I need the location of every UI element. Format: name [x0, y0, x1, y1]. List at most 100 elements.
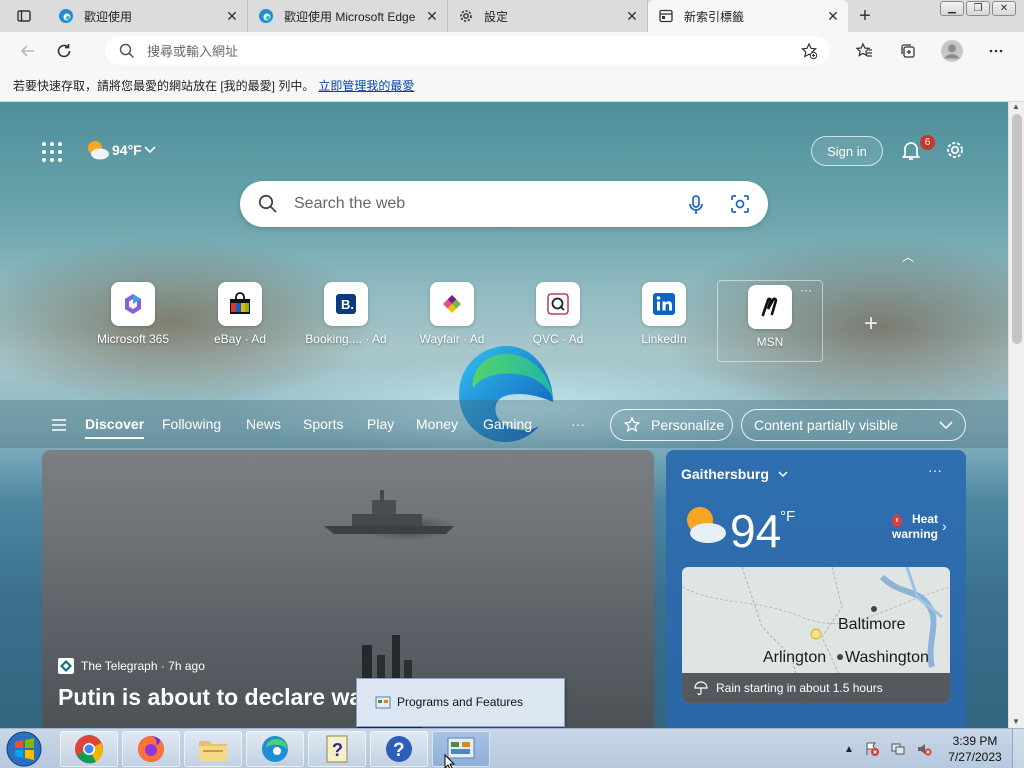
- personalize-button[interactable]: Personalize: [610, 409, 733, 441]
- explorer-icon: [199, 741, 227, 761]
- favorites-bar: 若要快速存取，請將您最愛的網站放在 [我的最愛] 列中。 立即管理我的最愛: [0, 70, 1024, 102]
- quick-link-microsoft365[interactable]: Microsoft 365: [85, 282, 181, 346]
- window-controls: ▁ ❐ ✕: [940, 1, 1016, 16]
- map-label: Baltimore: [838, 616, 906, 633]
- taskbar-chrome[interactable]: [60, 731, 118, 767]
- news-headline[interactable]: Putin is about to declare wa ld: [58, 684, 389, 711]
- close-icon[interactable]: ✕: [824, 7, 842, 25]
- system-tray: ▲: [844, 741, 932, 757]
- sign-in-button[interactable]: Sign in: [811, 136, 883, 166]
- map-label: Arlington: [763, 649, 827, 666]
- refresh-button[interactable]: [46, 35, 82, 67]
- msn-icon: [748, 285, 792, 329]
- weather-card-temp: 94: [730, 505, 782, 557]
- toolbar-right: [846, 35, 1014, 67]
- address-bar[interactable]: 搜尋或輸入網址: [105, 36, 830, 65]
- visual-search-icon[interactable]: [730, 194, 750, 214]
- tooltip-label: Programs and Features: [397, 694, 524, 709]
- search-icon: [119, 43, 135, 58]
- firefox-icon: [138, 736, 164, 762]
- weather-summary[interactable]: 94°F: [84, 138, 158, 162]
- add-favorite-icon[interactable]: [800, 42, 818, 60]
- scrollbar-thumb[interactable]: [1012, 114, 1022, 344]
- qvc-icon: [536, 282, 580, 326]
- show-hidden-icons-icon[interactable]: ▲: [844, 744, 854, 755]
- taskbar-tooltip[interactable]: Programs and Features: [356, 678, 565, 727]
- close-window-button[interactable]: ✕: [992, 1, 1016, 16]
- scroll-up-icon[interactable]: ▲: [1012, 102, 1020, 111]
- quick-link-msn[interactable]: MSN ···: [717, 280, 823, 362]
- tab-news[interactable]: News: [246, 416, 281, 432]
- clock-date: 7/27/2023: [948, 750, 1002, 764]
- tab-welcome[interactable]: 歡迎使用 ✕: [48, 0, 248, 32]
- start-button[interactable]: [4, 730, 44, 768]
- partly-cloudy-icon: [88, 141, 109, 160]
- svg-text:?: ?: [332, 740, 343, 760]
- tab-money[interactable]: Money: [416, 416, 458, 432]
- action-center-flag-icon[interactable]: [864, 741, 880, 757]
- taskbar-help[interactable]: ?: [370, 731, 428, 767]
- newtab-icon: [659, 9, 673, 23]
- manage-favorites-link[interactable]: 立即管理我的最愛: [318, 77, 414, 94]
- quick-link-booking[interactable]: B. Booking.... · Ad: [298, 282, 394, 346]
- quick-link-ebay[interactable]: eBay · Ad: [192, 282, 288, 346]
- close-icon[interactable]: ✕: [423, 7, 441, 25]
- tab-settings[interactable]: 設定 ✕: [448, 0, 648, 32]
- taskbar-firefox[interactable]: [122, 731, 180, 767]
- content-visibility-dropdown[interactable]: Content partially visible: [741, 409, 966, 441]
- quick-link-linkedin[interactable]: LinkedIn: [616, 282, 712, 346]
- more-options-icon[interactable]: ···: [800, 283, 812, 297]
- scroll-down-icon[interactable]: ▼: [1012, 717, 1020, 726]
- settings-menu-button[interactable]: [978, 35, 1014, 67]
- tab-label: 新索引標籤: [684, 9, 745, 24]
- weather-map[interactable]: Baltimore Arlington Washington Rain star…: [682, 567, 950, 703]
- close-icon[interactable]: ✕: [223, 7, 241, 25]
- volume-muted-icon[interactable]: [916, 741, 932, 757]
- more-options-icon[interactable]: ···: [928, 462, 942, 478]
- more-tabs-button[interactable]: ···: [571, 416, 585, 432]
- chevron-right-icon[interactable]: ›: [942, 518, 947, 534]
- add-quick-link-button[interactable]: +: [864, 310, 878, 338]
- windows-start-icon: [6, 731, 42, 767]
- tab-new-tab[interactable]: 新索引標籤 ✕: [648, 0, 848, 32]
- app-launcher-icon[interactable]: [42, 142, 62, 162]
- taskbar-help-file[interactable]: ?: [308, 731, 366, 767]
- taskbar-explorer[interactable]: [184, 731, 242, 767]
- tab-gaming[interactable]: Gaming: [483, 416, 532, 432]
- gear-icon[interactable]: [944, 139, 966, 161]
- tab-play[interactable]: Play: [367, 416, 394, 432]
- menu-icon[interactable]: [52, 419, 66, 431]
- minimize-button[interactable]: ▁: [940, 1, 964, 16]
- tab-sports[interactable]: Sports: [303, 416, 343, 432]
- maximize-button[interactable]: ❐: [966, 1, 990, 16]
- weather-card[interactable]: Gaithersburg ··· 94 °F Heat warning › Ba…: [666, 450, 966, 728]
- edge-icon: [259, 9, 273, 23]
- taskbar-edge[interactable]: [246, 731, 304, 767]
- tab-following[interactable]: Following: [162, 416, 221, 432]
- quick-link-qvc[interactable]: QVC · Ad: [510, 282, 606, 346]
- tab-actions-button[interactable]: [0, 0, 48, 32]
- network-icon[interactable]: [890, 741, 906, 757]
- weather-location[interactable]: Gaithersburg: [681, 466, 789, 482]
- mouse-cursor-icon: [444, 754, 456, 768]
- new-tab-button[interactable]: +: [848, 0, 882, 32]
- profile-button[interactable]: [934, 35, 970, 67]
- web-search-box[interactable]: Search the web: [240, 181, 768, 227]
- back-button[interactable]: [10, 35, 46, 67]
- heat-warning[interactable]: Heat warning: [892, 512, 938, 542]
- tab-actions-icon: [17, 10, 31, 22]
- collections-button[interactable]: [890, 35, 926, 67]
- tab-discover[interactable]: Discover: [85, 416, 145, 439]
- clock[interactable]: 3:39 PM 7/27/2023: [942, 733, 1008, 765]
- page-scrollbar[interactable]: ▲ ▼: [1008, 102, 1024, 728]
- quick-link-wayfair[interactable]: Wayfair · Ad: [404, 282, 500, 346]
- show-desktop-button[interactable]: [1012, 729, 1024, 768]
- close-icon[interactable]: ✕: [623, 7, 641, 25]
- favorites-button[interactable]: [846, 35, 882, 67]
- desktop: { "tabs": [ {"label": "歡迎使用", "icon": "e…: [0, 0, 1024, 768]
- tab-welcome-edge[interactable]: 歡迎使用 Microsoft Edge ✕: [248, 0, 448, 32]
- favorites-icon: [855, 42, 872, 57]
- taskbar-control-panel[interactable]: [432, 731, 490, 767]
- collapse-chevron-icon[interactable]: ︿: [902, 248, 914, 265]
- microphone-icon[interactable]: [686, 194, 706, 216]
